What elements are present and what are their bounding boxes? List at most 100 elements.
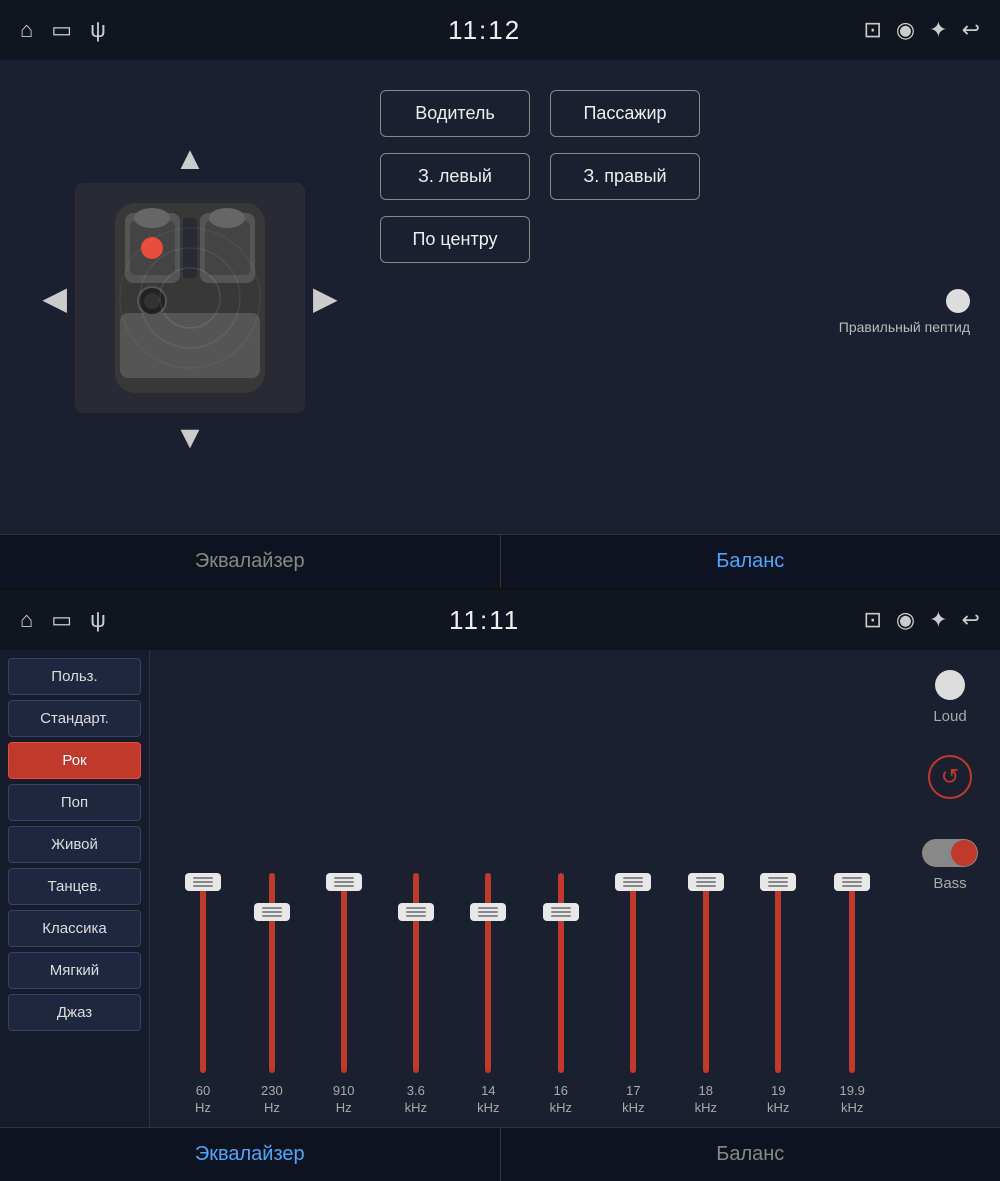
status-bar-bottom: 11:11 — [0, 590, 1000, 650]
slider-col-6: 17kHz — [622, 873, 644, 1117]
sliders-container: 60Hz 230Hz 910Hz 3.6kHz 14kHz 16kHz 17kHz 18kHz… — [170, 660, 890, 1127]
loud-control: Loud — [933, 670, 966, 725]
right-indicator: Правильный пептид — [380, 289, 970, 335]
slider-thumb-8[interactable] — [760, 873, 796, 891]
slider-track-7[interactable] — [703, 873, 709, 1073]
slider-track-2[interactable] — [341, 873, 347, 1073]
rear-left-button[interactable]: З. левый — [380, 153, 530, 200]
slider-col-4: 14kHz — [477, 873, 499, 1117]
back-icon-bottom[interactable] — [962, 607, 980, 633]
bass-toggle[interactable] — [922, 839, 978, 867]
center-button[interactable]: По центру — [380, 216, 530, 263]
bottom-panel: 11:11 Польз. Стандарт. Рок Поп Живой Танцев. К… — [0, 590, 1000, 1181]
slider-thumb-7[interactable] — [688, 873, 724, 891]
passenger-button[interactable]: Пассажир — [550, 90, 700, 137]
slider-thumb-1[interactable] — [254, 903, 290, 921]
slider-track-1[interactable] — [269, 873, 275, 1073]
seat-buttons-area: Водитель Пассажир З. левый З. правый По … — [380, 80, 970, 516]
slider-thumb-2[interactable] — [326, 873, 362, 891]
preset-button-0[interactable]: Польз. — [8, 658, 141, 695]
slider-track-3[interactable] — [413, 873, 419, 1073]
status-bar-right-icons — [863, 17, 980, 43]
slider-thumb-9[interactable] — [834, 873, 870, 891]
slider-track-9[interactable] — [849, 873, 855, 1073]
tab-bar-top: Эквалайзер Баланс — [0, 534, 1000, 588]
preset-button-2[interactable]: Рок — [8, 742, 141, 779]
cast-icon-top[interactable] — [863, 17, 881, 43]
cast-icon-bottom[interactable] — [863, 607, 881, 633]
seat-left-button[interactable]: ◀ — [34, 279, 75, 317]
slider-wrap-1 — [269, 873, 275, 1073]
usb-icon[interactable] — [90, 17, 106, 43]
slider-col-9: 19.9kHz — [840, 873, 865, 1117]
screen-icon-bottom[interactable] — [51, 607, 72, 633]
slider-thumb-5[interactable] — [543, 903, 579, 921]
slider-col-0: 60Hz — [195, 873, 211, 1117]
tab-balance-bottom[interactable]: Баланс — [501, 1127, 1000, 1181]
loud-indicator[interactable] — [935, 670, 965, 700]
time-display-bottom: 11:11 — [449, 605, 520, 636]
slider-track-0[interactable] — [200, 873, 206, 1073]
slider-label-1: 230Hz — [261, 1083, 283, 1117]
usb-icon-bottom[interactable] — [90, 607, 106, 633]
slider-track-4[interactable] — [485, 873, 491, 1073]
home-icon[interactable] — [20, 17, 33, 43]
reset-button[interactable]: ↺ — [928, 755, 972, 799]
slider-wrap-0 — [200, 873, 206, 1073]
slider-thumb-3[interactable] — [398, 903, 434, 921]
home-icon-bottom[interactable] — [20, 607, 33, 633]
loud-label: Loud — [933, 708, 966, 725]
preset-button-1[interactable]: Стандарт. — [8, 700, 141, 737]
seat-map-area: ▲ ◀ — [30, 80, 350, 516]
preset-button-4[interactable]: Живой — [8, 826, 141, 863]
indicator-dot — [946, 289, 970, 313]
slider-wrap-4 — [485, 873, 491, 1073]
preset-button-5[interactable]: Танцев. — [8, 868, 141, 905]
preset-button-8[interactable]: Джаз — [8, 994, 141, 1031]
location-icon-top[interactable] — [896, 17, 915, 43]
screen-icon[interactable] — [51, 17, 72, 43]
slider-thumb-4[interactable] — [470, 903, 506, 921]
tab-balance-top[interactable]: Баланс — [501, 534, 1000, 588]
bass-label: Bass — [933, 875, 966, 892]
tab-equalizer-bottom[interactable]: Эквалайзер — [0, 1127, 501, 1181]
rear-right-button[interactable]: З. правый — [550, 153, 700, 200]
preset-button-3[interactable]: Поп — [8, 784, 141, 821]
slider-col-3: 3.6kHz — [405, 873, 427, 1117]
eq-main: Польз. Стандарт. Рок Поп Живой Танцев. Классик… — [0, 650, 1000, 1127]
preset-button-6[interactable]: Классика — [8, 910, 141, 947]
slider-wrap-3 — [413, 873, 419, 1073]
slider-track-8[interactable] — [775, 873, 781, 1073]
slider-col-5: 16kHz — [550, 873, 572, 1117]
status-bar-bottom-left — [20, 607, 106, 633]
top-panel: 11:12 ▲ ◀ — [0, 0, 1000, 590]
seat-down-button[interactable]: ▼ — [154, 413, 226, 462]
status-bar-left-icons — [20, 17, 106, 43]
bluetooth-icon-bottom[interactable] — [929, 607, 947, 633]
slider-col-1: 230Hz — [261, 873, 283, 1117]
back-icon-top[interactable] — [962, 17, 980, 43]
slider-label-2: 910Hz — [333, 1083, 355, 1117]
seat-up-button[interactable]: ▲ — [154, 134, 226, 183]
bass-toggle-knob — [951, 840, 977, 866]
slider-wrap-5 — [558, 873, 564, 1073]
seat-right-button[interactable]: ▶ — [305, 279, 346, 317]
location-icon-bottom[interactable] — [896, 607, 915, 633]
slider-label-9: 19.9kHz — [840, 1083, 865, 1117]
slider-col-2: 910Hz — [333, 873, 355, 1117]
slider-wrap-6 — [630, 873, 636, 1073]
eq-presets-sidebar: Польз. Стандарт. Рок Поп Живой Танцев. Классик… — [0, 650, 150, 1127]
driver-button[interactable]: Водитель — [380, 90, 530, 137]
slider-col-7: 18kHz — [695, 873, 717, 1117]
tab-equalizer-top[interactable]: Эквалайзер — [0, 534, 501, 588]
slider-track-6[interactable] — [630, 873, 636, 1073]
bluetooth-icon-top[interactable] — [929, 17, 947, 43]
eq-sliders-area: 60Hz 230Hz 910Hz 3.6kHz 14kHz 16kHz 17kHz 18kHz… — [150, 650, 900, 1127]
slider-thumb-0[interactable] — [185, 873, 221, 891]
slider-thumb-6[interactable] — [615, 873, 651, 891]
time-display-top: 11:12 — [448, 15, 521, 46]
seat-svg — [75, 183, 305, 413]
preset-button-7[interactable]: Мягкий — [8, 952, 141, 989]
slider-track-5[interactable] — [558, 873, 564, 1073]
slider-label-0: 60Hz — [195, 1083, 211, 1117]
